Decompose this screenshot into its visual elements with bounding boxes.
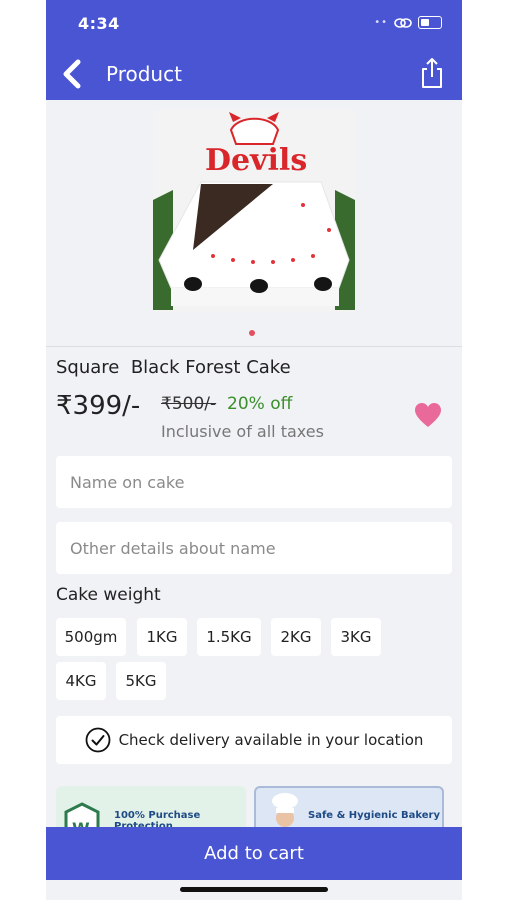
hygienic-bakery-label: Safe & Hygienic Bakery <box>308 810 440 821</box>
phone-screen: 4:34 •• Product Devils Square Black Fore… <box>46 0 462 900</box>
battery-icon <box>418 16 442 29</box>
home-indicator <box>180 887 328 892</box>
tax-note: Inclusive of all taxes <box>161 422 324 441</box>
divider <box>46 346 462 347</box>
status-icons: •• <box>374 16 442 29</box>
share-icon[interactable] <box>418 56 446 90</box>
product-name: Square Black Forest Cake <box>56 357 291 378</box>
cake-topper-text: Devils <box>205 143 307 178</box>
page-title: Product <box>106 62 182 86</box>
other-details-input[interactable] <box>56 522 452 574</box>
link-icon <box>394 17 412 28</box>
weight-option-3kg[interactable]: 3KG <box>331 618 381 656</box>
add-to-cart-button[interactable]: Add to cart <box>46 827 462 880</box>
status-time: 4:34 <box>78 14 120 33</box>
app-header: 4:34 •• Product <box>46 0 462 100</box>
product-price: ₹399/- <box>56 391 141 421</box>
discount-label: 20% off <box>227 394 293 414</box>
favorite-heart-icon[interactable] <box>414 402 442 428</box>
weight-option-4kg[interactable]: 4KG <box>56 662 106 700</box>
weight-option-500gm[interactable]: 500gm <box>56 618 126 656</box>
product-image: Devils <box>153 110 355 312</box>
back-button[interactable] <box>60 58 84 90</box>
name-on-cake-input[interactable] <box>56 456 452 508</box>
check-circle-icon <box>85 727 110 753</box>
weight-option-5kg[interactable]: 5KG <box>116 662 166 700</box>
carousel-indicator <box>249 330 255 336</box>
weight-option-1-5kg[interactable]: 1.5KG <box>197 618 261 656</box>
check-delivery-button[interactable]: Check delivery available in your locatio… <box>56 716 452 764</box>
weight-option-2kg[interactable]: 2KG <box>271 618 321 656</box>
check-delivery-label: Check delivery available in your locatio… <box>118 731 424 749</box>
cake-weight-title: Cake weight <box>56 585 161 605</box>
signal-icon: •• <box>374 17 388 28</box>
original-price: ₹500/- <box>161 394 217 414</box>
weight-option-1kg[interactable]: 1KG <box>137 618 187 656</box>
